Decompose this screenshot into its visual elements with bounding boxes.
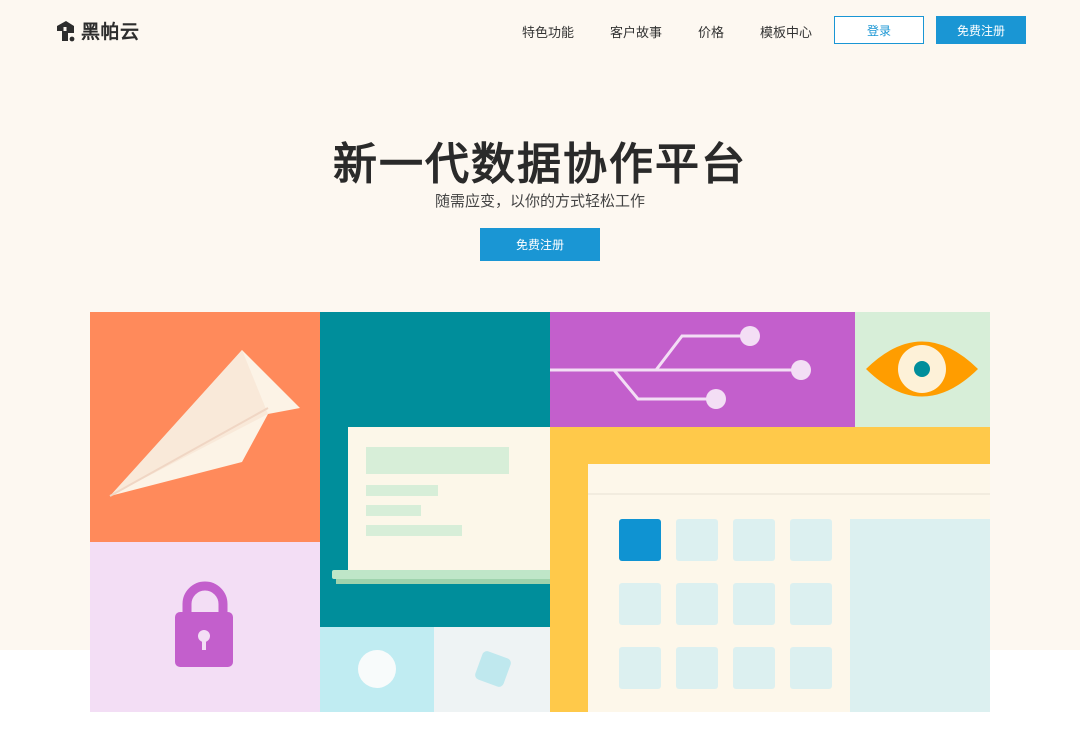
hero-illustration <box>90 312 990 712</box>
main-nav: 特色功能 客户故事 价格 模板中心 <box>522 22 848 41</box>
logo-mark-icon <box>57 20 75 41</box>
nav-item-features[interactable]: 特色功能 <box>522 22 574 41</box>
hero-subtitle: 随需应变，以你的方式轻松工作 <box>434 192 645 210</box>
login-button[interactable]: 登录 <box>834 16 924 44</box>
nav-item-pricing[interactable]: 价格 <box>698 22 724 41</box>
laptop-icon <box>332 427 562 584</box>
circle-shape <box>358 650 396 688</box>
nav-item-templates[interactable]: 模板中心 <box>760 22 812 41</box>
hero-title: 新一代数据协作平台 <box>333 139 747 190</box>
header-signup-button[interactable]: 免费注册 <box>936 16 1026 44</box>
calendar-grid-icon <box>588 464 990 712</box>
brand-name: 黑帕云 <box>81 21 140 43</box>
hero-signup-button[interactable]: 免费注册 <box>480 228 600 261</box>
nav-item-customer-stories[interactable]: 客户故事 <box>610 22 662 41</box>
brand-logo[interactable]: 黑帕云 <box>54 17 140 44</box>
